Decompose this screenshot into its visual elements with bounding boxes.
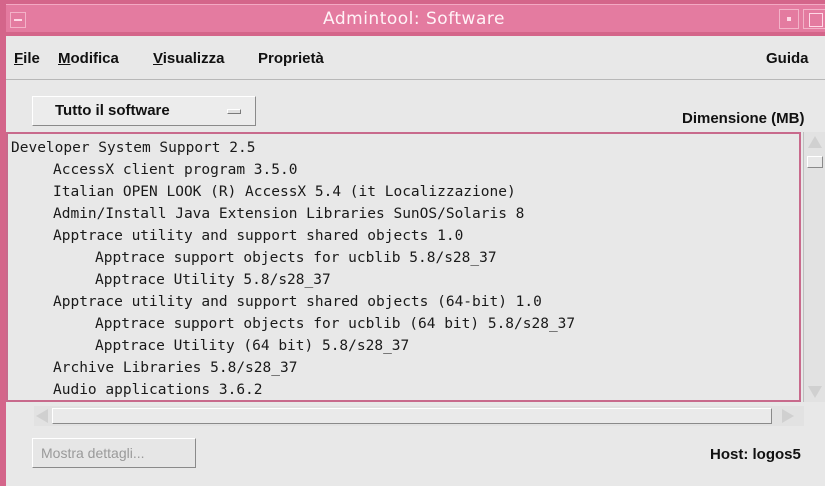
list-item[interactable]: Admin/Install Java Extension Libraries S… [53, 203, 524, 225]
window-title: Admintool: Software [323, 9, 505, 29]
menu-file[interactable]: File [14, 50, 40, 67]
list-item[interactable]: Apptrace Utility 5.8/s28_37 [95, 269, 331, 291]
scroll-down-arrow-icon[interactable] [807, 384, 823, 400]
software-filter-menu-button[interactable]: Tutto il software [32, 96, 256, 126]
minimize-icon[interactable] [779, 9, 799, 29]
size-column-header: Dimensione (MB) [682, 110, 805, 127]
menu-file-label: ile [23, 50, 40, 67]
list-item[interactable]: Italian OPEN LOOK (R) AccessX 5.4 (it Lo… [53, 181, 516, 203]
menu-bar: File Modifica Visualizza Proprietà Guida [6, 36, 825, 80]
menu-view[interactable]: Visualizza [153, 50, 224, 67]
menu-mark-icon [227, 109, 241, 114]
menu-view-label: isualizza [162, 50, 225, 67]
scroll-left-arrow-icon[interactable] [34, 408, 50, 424]
horizontal-scrollbar[interactable] [34, 406, 804, 426]
scroll-up-arrow-icon[interactable] [807, 134, 823, 150]
horizontal-scroll-thumb[interactable] [52, 408, 772, 424]
list-item[interactable]: Apptrace support objects for ucblib (64 … [95, 313, 575, 335]
menu-file-mnemonic: F [14, 50, 24, 67]
list-item[interactable]: Apptrace support objects for ucblib 5.8/… [95, 247, 497, 269]
scroll-right-arrow-icon[interactable] [780, 408, 796, 424]
admintool-window: Admintool: Software File Modifica Visual… [0, 0, 825, 486]
menu-edit-mnemonic: M [58, 50, 71, 67]
software-list[interactable]: Developer System Support 2.5 AccessX clie… [6, 132, 801, 402]
menu-edit-label: odifica [70, 50, 119, 67]
list-item[interactable]: Archive Libraries 5.8/s28_37 [53, 357, 297, 379]
list-item[interactable]: Apptrace Utility (64 bit) 5.8/s28_37 [95, 335, 409, 357]
title-bar-inner: Admintool: Software [6, 4, 825, 32]
menu-view-mnemonic: V [153, 50, 163, 67]
menu-help[interactable]: Guida [766, 50, 809, 67]
maximize-icon[interactable] [803, 9, 825, 29]
title-bar[interactable]: Admintool: Software [6, 0, 825, 36]
software-filter-label: Tutto il software [55, 102, 170, 119]
list-item[interactable]: Apptrace utility and support shared obje… [53, 225, 463, 247]
list-item[interactable]: Audio applications 3.6.2 [53, 379, 263, 400]
list-item[interactable]: AccessX client program 3.5.0 [53, 159, 297, 181]
list-item[interactable]: Developer System Support 2.5 [11, 137, 255, 159]
vertical-scroll-thumb[interactable] [807, 156, 823, 168]
show-details-button[interactable]: Mostra dettagli... [32, 438, 196, 468]
list-item[interactable]: Apptrace utility and support shared obje… [53, 291, 542, 313]
vertical-scrollbar[interactable] [803, 132, 825, 402]
host-label: Host: logos5 [710, 446, 801, 463]
menu-properties[interactable]: Proprietà [258, 50, 324, 67]
menu-edit[interactable]: Modifica [58, 50, 119, 67]
